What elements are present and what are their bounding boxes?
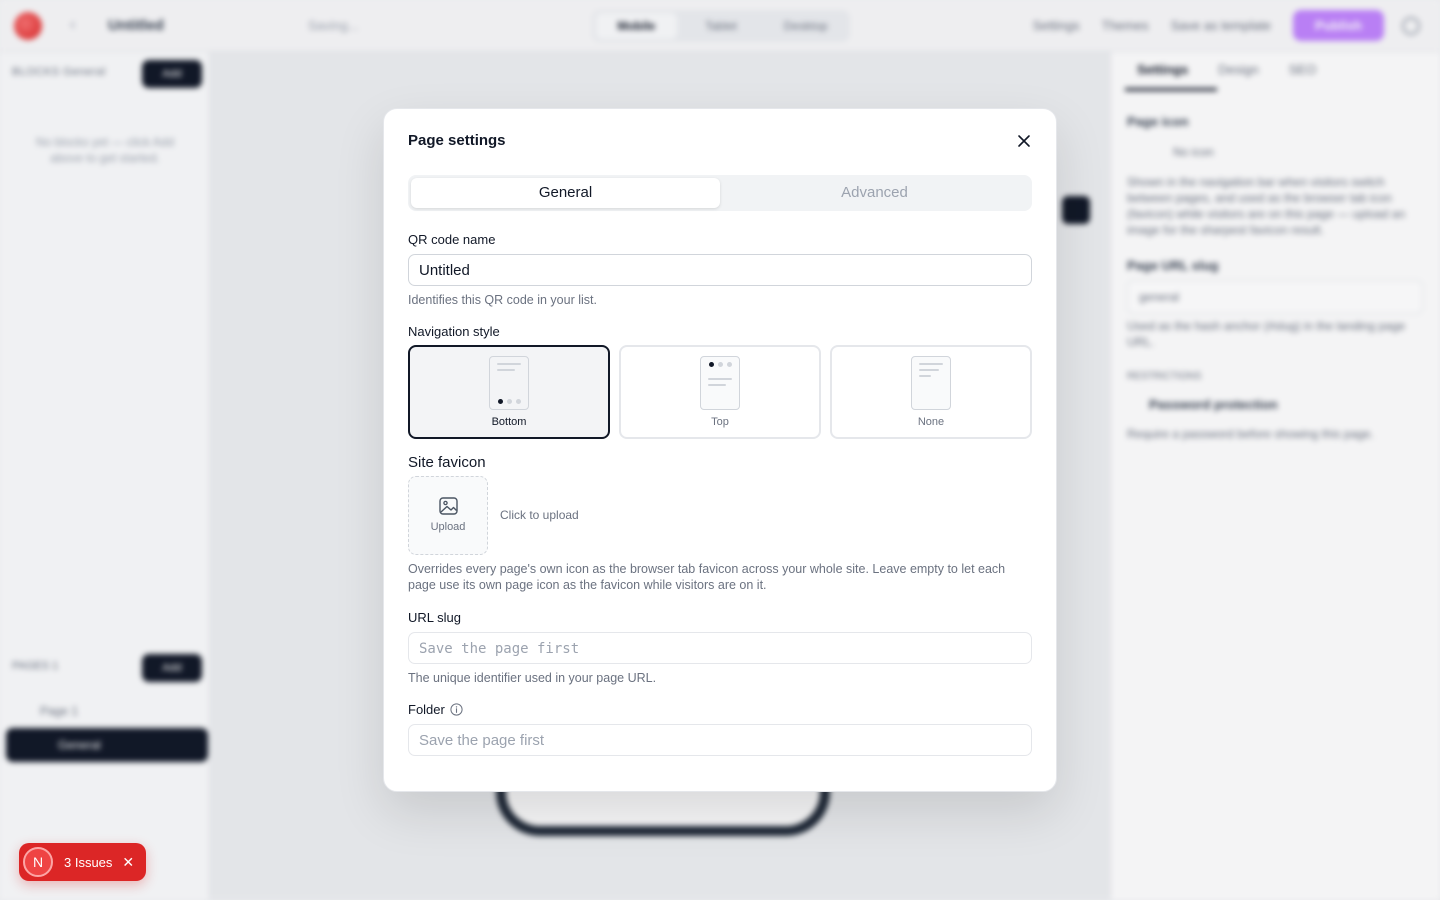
dialog-title: Page settings <box>408 132 506 149</box>
qr-name-label: QR code name <box>408 232 496 247</box>
favicon-hint: Overrides every page's own icon as the b… <box>408 562 1006 592</box>
url-slug-label: URL slug <box>408 610 461 625</box>
close-icon <box>1018 135 1030 147</box>
nav-option-top[interactable]: Top <box>619 345 821 439</box>
nav-option-label: None <box>917 416 945 428</box>
nav-option-label: Top <box>711 416 729 428</box>
close-icon[interactable]: ✕ <box>122 855 134 869</box>
folder-input[interactable] <box>408 724 1032 756</box>
close-button[interactable] <box>1014 131 1034 151</box>
favicon-upload-button[interactable]: Upload <box>408 476 488 555</box>
tab-general[interactable]: General <box>411 178 720 208</box>
nav-top-preview-icon <box>700 356 740 410</box>
page-settings-dialog: Page settings General Advanced QR code n… <box>383 108 1057 792</box>
url-slug-input[interactable] <box>408 632 1032 664</box>
settings-tabs: General Advanced <box>408 175 1032 211</box>
qr-name-input[interactable] <box>408 254 1032 286</box>
folder-label: Folder <box>408 702 445 717</box>
navigation-style-options: Bottom Top None <box>408 345 1032 439</box>
issues-indicator[interactable]: N 3 Issues ✕ <box>19 843 146 881</box>
nav-option-none[interactable]: None <box>830 345 1032 439</box>
qr-name-hint: Identifies this QR code in your list. <box>408 293 597 307</box>
click-to-upload-text: Click to upload <box>500 508 579 522</box>
nav-bottom-preview-icon <box>489 356 529 410</box>
issues-count: 3 Issues <box>64 854 113 870</box>
navigation-style-label: Navigation style <box>408 324 500 339</box>
nav-option-bottom[interactable]: Bottom <box>408 345 610 439</box>
avatar: N <box>23 847 53 877</box>
url-slug-hint: The unique identifier used in your page … <box>408 671 657 685</box>
nav-none-preview-icon <box>911 356 951 410</box>
site-favicon-label: Site favicon <box>408 454 486 471</box>
info-icon[interactable] <box>450 703 463 716</box>
nav-option-label: Bottom <box>491 416 527 428</box>
upload-label: Upload <box>430 521 466 533</box>
tab-advanced[interactable]: Advanced <box>720 178 1029 208</box>
image-icon <box>439 497 458 515</box>
